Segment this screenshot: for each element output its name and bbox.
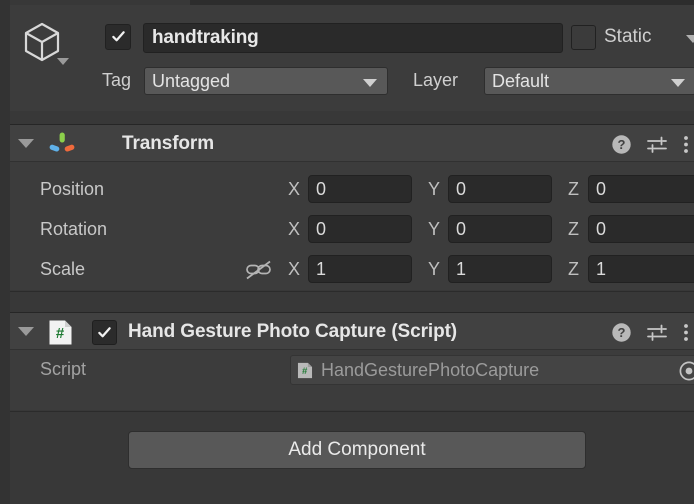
add-component-button[interactable]: Add Component [128, 431, 586, 469]
script-object-field[interactable]: # HandGesturePhotoCapture [290, 355, 694, 385]
left-gutter [0, 0, 10, 504]
axis-label-z: Z [568, 219, 579, 239]
transform-row-position: Position X 0 Y 0 Z 0 [10, 172, 694, 208]
axis-label-x: X [288, 259, 301, 279]
scale-y-input[interactable]: 1 [448, 255, 552, 283]
constrain-proportions-off-icon[interactable] [244, 260, 274, 282]
gameobject-name-value: handtraking [152, 27, 259, 48]
gameobject-name-input[interactable]: handtraking [143, 23, 563, 53]
foldout-arrow-transform[interactable] [18, 139, 34, 148]
script-object-value: HandGesturePhotoCapture [321, 360, 540, 380]
svg-text:#: # [302, 366, 308, 377]
svg-text:#: # [56, 325, 65, 342]
component-header-icons-transform: ? [611, 134, 690, 155]
transform-row-rotation: Rotation X 0 Y 0 Z 0 [10, 212, 694, 248]
axis-label-x: X [288, 219, 301, 239]
svg-text:?: ? [618, 137, 626, 152]
component-title-transform: Transform [122, 133, 215, 154]
component-header-icons-script: ? [611, 322, 690, 343]
transform-row-scale: Scale X 1 Y 1 Z 1 [10, 252, 694, 288]
csharp-script-icon: # [48, 319, 73, 351]
component-title-script: Hand Gesture Photo Capture (Script) [128, 321, 458, 342]
add-component-label: Add Component [288, 439, 426, 460]
row-label-position: Position [40, 179, 105, 199]
component-header-hand-gesture-photo-capture[interactable]: # Hand Gesture Photo Capture (Script) ? [10, 312, 694, 350]
inspector-panel: handtraking Static Tag Untagged Layer De… [0, 0, 694, 504]
axis-label-y: Y [428, 259, 441, 279]
foldout-arrow-script[interactable] [18, 327, 34, 336]
svg-text:?: ? [618, 325, 626, 340]
static-label: Static [604, 26, 652, 47]
help-icon[interactable]: ? [611, 322, 632, 343]
layer-dropdown[interactable]: Default [484, 67, 694, 95]
more-menu-icon[interactable] [682, 134, 690, 155]
csharp-script-icon: # [297, 362, 313, 379]
row-label-scale: Scale [40, 259, 86, 279]
tag-value: Untagged [152, 71, 231, 91]
position-x-input[interactable]: 0 [308, 175, 412, 203]
scale-z-value: 1 [596, 258, 607, 279]
static-dropdown-arrow[interactable] [686, 35, 694, 43]
script-field-label: Script [40, 359, 87, 379]
rotation-y-value: 0 [456, 218, 467, 239]
more-menu-icon[interactable] [682, 322, 690, 343]
component-separator [10, 291, 694, 292]
object-picker-icon[interactable] [679, 361, 694, 381]
row-label-rotation: Rotation [40, 219, 108, 239]
rotation-z-value: 0 [596, 218, 607, 239]
layer-label: Layer [413, 70, 459, 90]
component-header-transform[interactable]: Transform ? [10, 124, 694, 162]
help-icon[interactable]: ? [611, 134, 632, 155]
position-z-input[interactable]: 0 [588, 175, 694, 203]
layer-value: Default [492, 71, 550, 91]
transform-axis-gizmo-icon [48, 131, 76, 157]
component-separator [10, 411, 694, 412]
position-y-input[interactable]: 0 [448, 175, 552, 203]
position-x-value: 0 [316, 178, 327, 199]
rotation-x-input[interactable]: 0 [308, 215, 412, 243]
rotation-z-input[interactable]: 0 [588, 215, 694, 243]
gameobject-active-checkbox[interactable] [105, 24, 131, 50]
axis-label-y: Y [428, 219, 441, 239]
preset-icon[interactable] [646, 134, 668, 155]
add-component-area: Add Component [10, 425, 694, 504]
chevron-down-icon [671, 79, 685, 87]
scale-x-value: 1 [316, 258, 327, 279]
gameobject-name-row: handtraking Static [10, 16, 694, 65]
component-body-script: Script # HandGesturePhotoCapture [10, 350, 694, 410]
chevron-down-icon [363, 79, 377, 87]
preset-icon[interactable] [646, 322, 668, 343]
static-checkbox[interactable] [571, 25, 596, 50]
component-body-transform: Position X 0 Y 0 Z 0 Rotation X 0 Y 0 Z … [10, 162, 694, 290]
tag-label: Tag [102, 70, 132, 90]
tag-dropdown[interactable]: Untagged [144, 67, 388, 95]
component-enable-checkbox-script[interactable] [92, 320, 117, 345]
axis-label-y: Y [428, 179, 441, 199]
scale-z-input[interactable]: 1 [588, 255, 694, 283]
gameobject-header: handtraking Static Tag Untagged Layer De… [10, 5, 694, 111]
axis-label-z: Z [568, 179, 579, 199]
axis-label-x: X [288, 179, 301, 199]
scale-y-value: 1 [456, 258, 467, 279]
rotation-x-value: 0 [316, 218, 327, 239]
scale-x-input[interactable]: 1 [308, 255, 412, 283]
position-z-value: 0 [596, 178, 607, 199]
position-y-value: 0 [456, 178, 467, 199]
axis-label-z: Z [568, 259, 579, 279]
rotation-y-input[interactable]: 0 [448, 215, 552, 243]
tag-layer-row: Tag Untagged Layer Default [10, 64, 694, 98]
